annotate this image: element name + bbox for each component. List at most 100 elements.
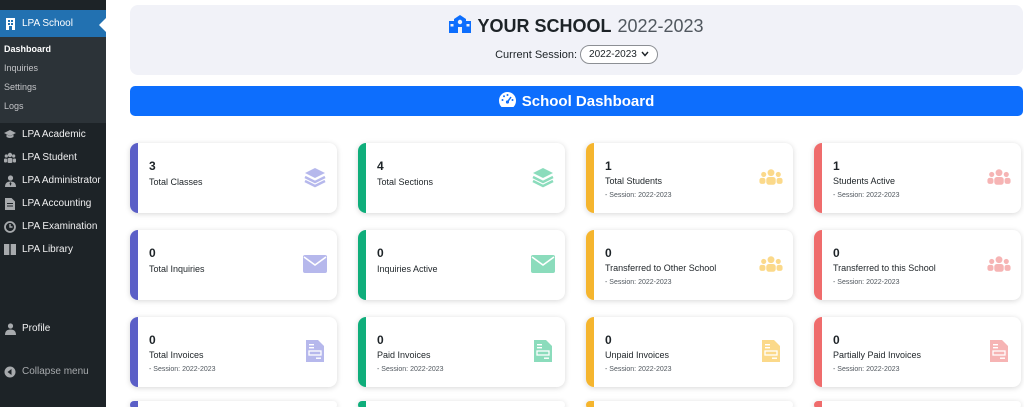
- stat-card-students-active: 1 Students Active - Session: 2022-2023: [814, 143, 1021, 213]
- sidebar-item-lpa-library[interactable]: LPA Library: [0, 238, 106, 261]
- card-session-note: - Session: 2022-2023: [833, 279, 900, 286]
- user-icon: [4, 322, 16, 335]
- invoice-icon: [531, 339, 555, 363]
- stat-card-partial: [814, 401, 1021, 407]
- card-value: 0: [833, 246, 840, 260]
- collapse-menu-button[interactable]: Collapse menu: [0, 360, 106, 383]
- collapse-arrow-icon: [4, 366, 16, 378]
- stat-card-partially-paid-invoices: 0 Partially Paid Invoices - Session: 2022-…: [814, 317, 1021, 387]
- card-value: 1: [605, 159, 612, 173]
- card-value: 0: [377, 333, 384, 347]
- invoice-icon: [987, 339, 1011, 363]
- card-session-note: - Session: 2022-2023: [833, 192, 900, 199]
- card-value: 0: [149, 246, 156, 260]
- card-session-note: - Session: 2022-2023: [605, 366, 672, 373]
- stat-card-transferred-to-other-school: 0 Transferred to Other School - Session: 2…: [586, 230, 793, 300]
- submenu-settings[interactable]: Settings: [0, 79, 106, 98]
- card-label: Partially Paid Invoices: [833, 350, 922, 360]
- sidebar-item-lpa-academic[interactable]: LPA Academic: [0, 123, 106, 146]
- stat-card-total-inquiries: 0 Total Inquiries: [130, 230, 337, 300]
- admin-sidebar: LPA School Dashboard Inquiries Settings …: [0, 0, 106, 407]
- card-label: Paid Invoices: [377, 350, 431, 360]
- stat-card-total-students: 1 Total Students - Session: 2022-2023: [586, 143, 793, 213]
- session-select[interactable]: 2022-2023: [580, 45, 658, 64]
- users-icon: [759, 252, 783, 276]
- card-accent-bar: [130, 317, 138, 387]
- active-menu-caret: [99, 18, 106, 32]
- stat-card-partial: [130, 401, 337, 407]
- users-icon: [987, 165, 1011, 189]
- submenu-dashboard[interactable]: Dashboard: [0, 41, 106, 60]
- card-label: Total Students: [605, 176, 663, 186]
- submenu-inquiries[interactable]: Inquiries: [0, 60, 106, 79]
- document-icon: [4, 197, 16, 210]
- stat-card-transferred-to-this-school: 0 Transferred to this School - Session: 20…: [814, 230, 1021, 300]
- envelope-icon: [531, 252, 555, 276]
- card-label: Transferred to this School: [833, 263, 936, 273]
- stat-card-total-sections: 4 Total Sections: [358, 143, 565, 213]
- card-value: 0: [149, 333, 156, 347]
- card-value: 0: [833, 333, 840, 347]
- stat-card-inquiries-active: 0 Inquiries Active: [358, 230, 565, 300]
- card-label: Unpaid Invoices: [605, 350, 670, 360]
- envelope-icon: [303, 252, 327, 276]
- session-row: Current Session: 2022-2023: [130, 45, 1023, 64]
- card-value: 0: [605, 246, 612, 260]
- session-label: Current Session:: [495, 48, 578, 61]
- session-select-value: 2022-2023: [589, 49, 637, 60]
- card-label: Total Classes: [149, 177, 203, 187]
- sidebar-item-label: Profile: [22, 323, 51, 334]
- card-accent-bar: [130, 230, 138, 300]
- sidebar-item-label: LPA Academic: [22, 129, 86, 140]
- school-name: YOUR SCHOOL: [477, 16, 612, 36]
- sidebar-item-label: LPA Accounting: [22, 198, 92, 209]
- card-label: Inquiries Active: [377, 264, 438, 274]
- invoice-icon: [303, 339, 327, 363]
- card-label: Transferred to Other School: [605, 263, 717, 273]
- graduation-cap-icon: [4, 129, 16, 141]
- stat-card-total-classes: 3 Total Classes: [130, 143, 337, 213]
- building-icon: [4, 17, 16, 30]
- card-accent-bar: [358, 143, 366, 213]
- stat-card-total-invoices: 0 Total Invoices - Session: 2022-2023: [130, 317, 337, 387]
- layers-icon: [303, 165, 327, 189]
- card-label: Total Inquiries: [149, 264, 205, 274]
- invoice-icon: [759, 339, 783, 363]
- card-label: Total Invoices: [149, 350, 204, 360]
- users-icon: [759, 165, 783, 189]
- card-accent-bar: [814, 317, 822, 387]
- book-icon: [4, 244, 16, 256]
- sidebar-item-lpa-examination[interactable]: LPA Examination: [0, 215, 106, 238]
- sidebar-item-label: LPA Student: [22, 152, 77, 163]
- sidebar-item-lpa-student[interactable]: LPA Student: [0, 146, 106, 169]
- collapse-menu-label: Collapse menu: [22, 366, 89, 377]
- clock-icon: [4, 220, 16, 233]
- card-accent-bar: [358, 230, 366, 300]
- dashboard-gauge-icon: [498, 91, 516, 111]
- card-accent-bar: [586, 143, 594, 213]
- users-icon: [987, 252, 1011, 276]
- school-dashboard-banner: School Dashboard: [130, 86, 1023, 116]
- card-session-note: - Session: 2022-2023: [605, 279, 672, 286]
- sidebar-item-lpa-administrator[interactable]: LPA Administrator: [0, 169, 106, 192]
- card-label: Students Active: [833, 176, 896, 186]
- sidebar-item-profile[interactable]: Profile: [0, 317, 106, 340]
- card-session-note: - Session: 2022-2023: [833, 366, 900, 373]
- sidebar-submenu: Dashboard Inquiries Settings Logs: [0, 37, 106, 123]
- layers-icon: [531, 165, 555, 189]
- submenu-logs[interactable]: Logs: [0, 98, 106, 117]
- sidebar-item-lpa-accounting[interactable]: LPA Accounting: [0, 192, 106, 215]
- user-tie-icon: [4, 174, 16, 187]
- stat-card-paid-invoices: 0 Paid Invoices - Session: 2022-2023: [358, 317, 565, 387]
- sidebar-item-label: LPA Administrator: [22, 175, 101, 186]
- card-accent-bar: [814, 230, 822, 300]
- sidebar-item-label: LPA Examination: [22, 221, 98, 232]
- school-title: YOUR SCHOOL 2022-2023: [130, 15, 1023, 38]
- sidebar-item-label: LPA School: [22, 18, 73, 29]
- school-header: YOUR SCHOOL 2022-2023 Current Session: 2…: [130, 5, 1023, 75]
- card-value: 4: [377, 159, 384, 173]
- sidebar-item-lpa-school[interactable]: LPA School: [0, 10, 106, 37]
- card-session-note: - Session: 2022-2023: [605, 192, 672, 199]
- card-value: 3: [149, 159, 156, 173]
- card-value: 0: [377, 246, 384, 260]
